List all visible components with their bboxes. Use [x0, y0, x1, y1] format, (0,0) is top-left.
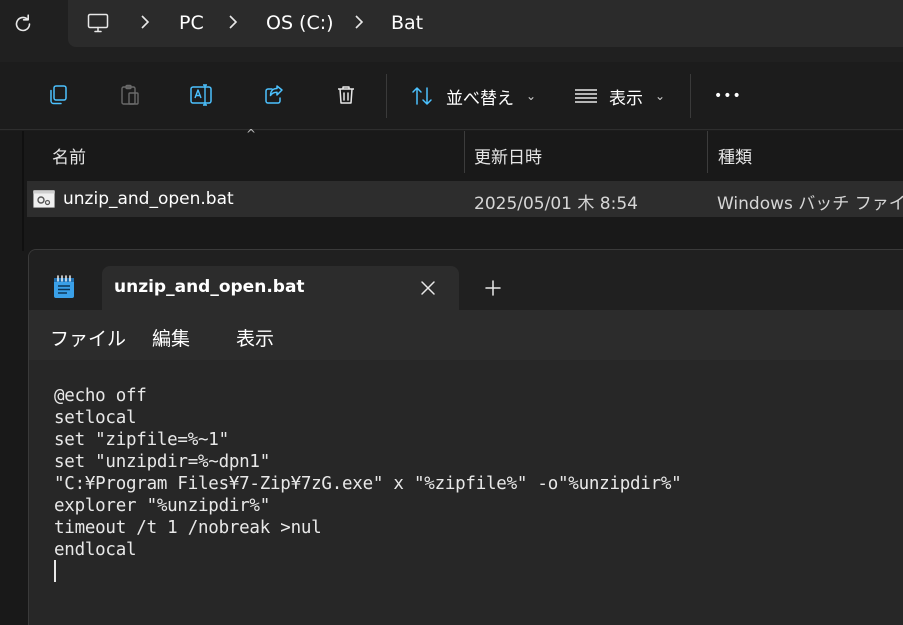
- breadcrumb-bat-folder[interactable]: Bat: [391, 12, 423, 34]
- copy-icon: [50, 85, 67, 105]
- chevron-right-icon[interactable]: [228, 14, 238, 30]
- code-line: timeout /t 1 /nobreak >nul: [54, 518, 322, 538]
- breadcrumb-pc[interactable]: PC: [179, 12, 204, 34]
- notepad-menubar: ファイル 編集 表示: [29, 310, 903, 360]
- column-header-type[interactable]: 種類: [718, 143, 752, 168]
- tab-title: unzip_and_open.bat: [114, 277, 305, 297]
- command-bar: 並べ替え ⌄ 表示 ⌄ •••: [0, 62, 903, 130]
- paste-button[interactable]: [114, 79, 146, 111]
- batch-file-icon: [33, 190, 55, 208]
- rename-button[interactable]: [186, 79, 218, 111]
- text-editor[interactable]: @echo off setlocal set "zipfile=%~1" set…: [29, 360, 903, 625]
- file-row[interactable]: unzip_and_open.bat 2025/05/01 木 8:54 Win…: [27, 181, 903, 217]
- menu-file[interactable]: ファイル: [50, 324, 126, 351]
- menu-edit[interactable]: 編集: [152, 324, 190, 351]
- view-label: 表示: [609, 88, 643, 109]
- share-button[interactable]: [258, 79, 290, 111]
- toolbar-separator: [386, 74, 387, 118]
- code-line: endlocal: [54, 540, 137, 560]
- toolbar-separator: [690, 74, 691, 118]
- copy-button[interactable]: [42, 79, 74, 111]
- address-bar[interactable]: PC OS (C:) Bat: [68, 0, 903, 47]
- sort-button[interactable]: 並べ替え ⌄: [410, 80, 536, 112]
- refresh-icon: [15, 14, 31, 32]
- code-line: setlocal: [54, 408, 137, 428]
- file-type: Windows バッチ ファイル: [717, 194, 903, 214]
- tab-unzip-and-open[interactable]: unzip_and_open.bat: [102, 266, 459, 310]
- plus-icon: [485, 280, 501, 296]
- code-line: set "zipfile=%~1": [54, 430, 229, 450]
- share-icon: [265, 85, 283, 104]
- sort-ascending-icon: ^: [246, 127, 257, 141]
- notepad-window: unzip_and_open.bat ファイル 編集 表示 @echo off …: [28, 249, 903, 625]
- sort-arrows-icon: [412, 87, 432, 105]
- more-icon: •••: [714, 88, 742, 104]
- chevron-right-icon[interactable]: [354, 14, 364, 30]
- this-pc-icon[interactable]: [86, 11, 110, 35]
- notepad-app-icon: [54, 275, 74, 298]
- close-icon: [421, 281, 435, 295]
- file-modified: 2025/05/01 木 8:54: [474, 194, 638, 214]
- code-line: set "unzipdir=%~dpn1": [54, 452, 271, 472]
- chevron-right-icon[interactable]: [140, 14, 150, 30]
- notepad-titlebar[interactable]: unzip_and_open.bat: [29, 250, 903, 310]
- more-options-button[interactable]: •••: [714, 80, 742, 112]
- delete-button[interactable]: [330, 79, 362, 111]
- view-list-icon: [575, 89, 597, 103]
- rename-icon: [190, 84, 212, 106]
- trash-icon: [338, 86, 354, 104]
- sort-label: 並べ替え: [446, 88, 514, 109]
- column-header-name[interactable]: 名前: [52, 143, 86, 168]
- menu-view[interactable]: 表示: [236, 324, 274, 351]
- refresh-button[interactable]: [10, 10, 36, 38]
- text-cursor: [54, 560, 56, 582]
- code-line: explorer "%unzipdir%": [54, 496, 271, 516]
- file-name: unzip_and_open.bat: [63, 189, 234, 209]
- paste-icon: [121, 84, 139, 105]
- column-separator[interactable]: [707, 131, 708, 173]
- column-header-modified[interactable]: 更新日時: [474, 143, 542, 168]
- explorer-address-strip: PC OS (C:) Bat: [0, 0, 903, 62]
- close-tab-button[interactable]: [417, 277, 439, 299]
- breadcrumb-os-drive[interactable]: OS (C:): [266, 12, 334, 34]
- chevron-down-icon: ⌄: [655, 89, 666, 103]
- code-line: @echo off: [54, 386, 147, 406]
- code-line: "C:¥Program Files¥7-Zip¥7zG.exe" x "%zip…: [54, 474, 682, 494]
- pane-divider: [22, 131, 24, 251]
- column-separator[interactable]: [464, 131, 465, 173]
- chevron-down-icon: ⌄: [526, 89, 537, 103]
- view-button[interactable]: 表示 ⌄: [573, 80, 665, 112]
- new-tab-button[interactable]: [481, 276, 505, 300]
